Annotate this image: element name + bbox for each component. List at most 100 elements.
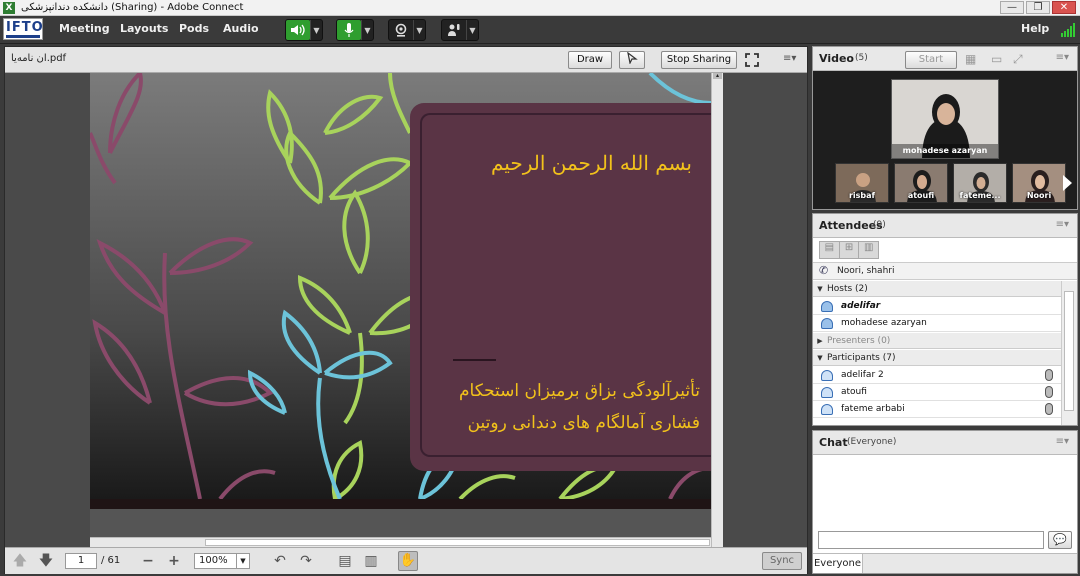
chat-message-input[interactable] <box>818 531 1044 549</box>
participants-section-header[interactable]: ▼ Participants (7) <box>813 350 1061 366</box>
raise-hand-icon[interactable] <box>442 20 466 40</box>
chat-recipient-tab[interactable]: Everyone <box>813 554 863 573</box>
attendee-row-participant-3[interactable]: fateme arbabi <box>813 401 1061 418</box>
connection-strength-icon <box>1061 23 1075 37</box>
speaker-icon[interactable] <box>286 20 310 40</box>
horizontal-scrollbar[interactable] <box>90 537 711 547</box>
slide-title-box: بسم الله الرحمن الرحیم تأثیرآلودگی بزاق … <box>410 103 711 471</box>
shared-filename: ان نامه‌یا.pdf <box>11 53 67 64</box>
fit-page-icon[interactable]: ▤ <box>336 553 354 569</box>
draw-button[interactable]: Draw <box>568 51 612 69</box>
next-thumbs-arrow-icon[interactable] <box>1063 175 1072 191</box>
minimize-button[interactable]: — <box>1000 1 1024 14</box>
attendee-row-host-2[interactable]: mohadese azaryan <box>813 315 1061 332</box>
status-view-icon[interactable]: ▥ <box>859 242 878 258</box>
stop-sharing-button[interactable]: Stop Sharing <box>661 51 737 69</box>
chat-pod-header: Chat (Everyone) ≡▾ <box>813 431 1077 455</box>
menu-help[interactable]: Help <box>1021 22 1049 35</box>
speaker-control[interactable]: ▼ <box>285 19 323 41</box>
page-number-input[interactable]: 1 <box>65 553 97 569</box>
slide-divider <box>453 359 496 361</box>
share-pod-header: ان نامه‌یا.pdf Draw Stop Sharing ≡▾ <box>5 47 807 73</box>
zoom-in-icon[interactable]: + <box>165 553 183 569</box>
mic-icon <box>1045 403 1053 415</box>
video-thumb-4-name: Noori <box>1026 191 1052 200</box>
start-webcam-button[interactable]: Start <box>905 51 957 69</box>
sync-button[interactable]: Sync <box>762 552 802 570</box>
microphone-control[interactable]: ▼ <box>336 19 374 41</box>
institution-logo: IFTO <box>3 18 43 40</box>
pointer-icon <box>627 51 638 65</box>
webcam-control[interactable]: ▼ <box>388 19 426 41</box>
video-thumb-1[interactable]: risbaf <box>835 163 889 203</box>
menu-bar: IFTO Meeting Layouts Pods Audio ▼ ▼ ▼ ▼ … <box>0 16 1080 44</box>
webcam-icon[interactable] <box>389 20 413 40</box>
scroll-up-arrow-icon[interactable]: ▴ <box>713 73 722 79</box>
attendees-pod: Attendees (9) ≡▾ ▤ ⊞ ▥ ✆ Noori, shahri ▼… <box>812 213 1078 426</box>
breakout-view-icon[interactable]: ⊞ <box>840 242 860 258</box>
menu-audio[interactable]: Audio <box>223 22 259 35</box>
hosts-label: Hosts (2) <box>827 284 868 294</box>
horizontal-scroll-thumb[interactable] <box>205 539 710 546</box>
attendee-name: adelifar 2 <box>841 370 884 380</box>
grid-view-icon[interactable]: ▦ <box>965 52 976 66</box>
attendee-name: mohadese azaryan <box>841 318 927 328</box>
video-count: (5) <box>855 53 868 63</box>
window-title: دانشکده دندانپزشکی (Sharing) - Adobe Con… <box>21 2 244 13</box>
slide-bismillah: بسم الله الرحمن الرحیم <box>490 151 692 175</box>
status-dropdown-icon[interactable]: ▼ <box>466 20 478 40</box>
send-message-icon[interactable]: 💬 <box>1048 531 1072 549</box>
next-page-icon[interactable]: 🡇 <box>37 553 55 569</box>
microphone-dropdown-icon[interactable]: ▼ <box>361 20 373 40</box>
video-pod-menu-icon[interactable]: ≡▾ <box>1056 52 1069 63</box>
hosts-section-header[interactable]: ▼ Hosts (2) <box>813 281 1061 297</box>
speaker-dropdown-icon[interactable]: ▼ <box>310 20 322 40</box>
attendee-name: atoufi <box>841 387 867 397</box>
attendees-scrollbar[interactable] <box>1061 281 1077 425</box>
hand-tool-icon[interactable]: ✋ <box>398 551 418 571</box>
attendee-view-toggle: ▤ ⊞ ▥ <box>819 241 879 259</box>
share-pod-menu-icon[interactable]: ≡▾ <box>783 53 796 64</box>
filmstrip-view-icon[interactable]: ▭ <box>991 52 1002 66</box>
attendees-pod-menu-icon[interactable]: ≡▾ <box>1056 219 1069 230</box>
video-thumb-4[interactable]: Noori <box>1012 163 1066 203</box>
restore-button[interactable]: ❐ <box>1026 1 1050 14</box>
expand-icon[interactable]: ⤢ <box>1013 52 1023 67</box>
microphone-icon[interactable] <box>337 20 361 40</box>
attendee-row-participant-2[interactable]: atoufi <box>813 384 1061 401</box>
slide-title-line2: فشاری آمالگام های دندانی روتین <box>467 413 700 433</box>
zoom-dropdown-icon[interactable]: ▼ <box>236 554 249 568</box>
zoom-select[interactable]: 100% ▼ <box>194 553 250 569</box>
document-background <box>90 509 711 537</box>
previous-page-icon[interactable]: 🡅 <box>11 553 29 569</box>
menu-layouts[interactable]: Layouts <box>120 22 168 35</box>
video-thumb-2[interactable]: atoufi <box>894 163 948 203</box>
attendees-scroll-thumb[interactable] <box>1064 291 1074 411</box>
fit-width-icon[interactable]: ▥ <box>362 553 380 569</box>
rotate-left-icon[interactable]: ↶ <box>271 553 289 569</box>
pointer-button[interactable] <box>619 51 645 69</box>
video-pod-title: Video <box>819 52 854 65</box>
close-button[interactable]: ✕ <box>1052 1 1076 14</box>
attendee-name: fateme arbabi <box>841 404 905 414</box>
collapse-arrow-icon: ▼ <box>817 285 823 293</box>
host-user-icon <box>821 318 833 329</box>
zoom-out-icon[interactable]: − <box>139 553 157 569</box>
attendee-row-participant-1[interactable]: adelifar 2 <box>813 367 1061 384</box>
status-control[interactable]: ▼ <box>441 19 479 41</box>
presenters-section-header[interactable]: ▶ Presenters (0) <box>813 333 1061 349</box>
fullscreen-icon[interactable] <box>744 52 760 68</box>
attendee-row-host-1[interactable]: adelifar <box>813 298 1061 315</box>
vertical-scrollbar[interactable]: ▴ <box>711 73 723 547</box>
video-thumb-3[interactable]: fateme... <box>953 163 1007 203</box>
list-view-icon[interactable]: ▤ <box>820 242 840 258</box>
menu-meeting[interactable]: Meeting <box>59 22 110 35</box>
rotate-right-icon[interactable]: ↷ <box>297 553 315 569</box>
chat-pod-menu-icon[interactable]: ≡▾ <box>1056 436 1069 447</box>
share-pod: ان نامه‌یا.pdf Draw Stop Sharing ≡▾ <box>4 46 808 574</box>
page-total: / 61 <box>101 555 121 566</box>
active-speaker-row: ✆ Noori, shahri <box>813 262 1077 280</box>
active-speaker-name: Noori, shahri <box>837 266 895 276</box>
webcam-dropdown-icon[interactable]: ▼ <box>413 20 425 40</box>
menu-pods[interactable]: Pods <box>179 22 209 35</box>
